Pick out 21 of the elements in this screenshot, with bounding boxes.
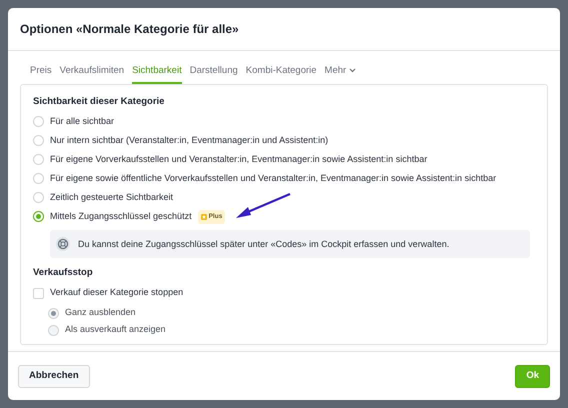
option-label: Zeitlich gesteuerte Sichtbarkeit xyxy=(50,191,174,204)
tab[interactable]: Sichtbarkeit xyxy=(132,64,182,84)
option-label: Mittels Zugangsschlüssel geschützt xyxy=(50,210,192,223)
option-label: Als ausverkauft anzeigen xyxy=(65,323,166,336)
tab[interactable]: Darstellung xyxy=(190,64,238,84)
ok-button[interactable]: Ok xyxy=(515,364,550,388)
option-label: Nur intern sichtbar (Veranstalter:in, Eventmanager:in und Assistent:in) xyxy=(50,134,328,147)
section-heading: Sichtbarkeit dieser Kategorie xyxy=(33,95,166,109)
tab[interactable]: Preis xyxy=(30,64,52,84)
section-heading: Verkaufsstop xyxy=(33,266,94,280)
tab[interactable]: Kombi-Kategorie xyxy=(246,64,317,84)
cancel-button[interactable]: Abbrechen xyxy=(18,364,90,388)
info-text: Du kannst deine Zugangsschlüssel später unter «Codes» im Cockpit erfassen und verwalten. xyxy=(78,238,450,251)
dialog-title: Optionen «Normale Kategorie für alle» xyxy=(20,21,239,38)
option-label: Für alle sichtbar xyxy=(50,115,114,128)
option-label: Ganz ausblenden xyxy=(65,306,136,320)
tab[interactable]: Verkaufslimiten xyxy=(60,64,124,84)
checkbox-label: Verkauf dieser Kategorie stoppen xyxy=(50,286,184,300)
option-label: Für eigene Vorverkaufsstellen und Veranstalter:in, Eventmanager:in sowie Assistent:in sichtbar xyxy=(50,153,428,166)
tab[interactable]: Mehr xyxy=(324,64,356,84)
option-label: Für eigene sowie öffentliche Vorverkaufsstellen und Veranstalter:in, Eventmanager:in sowie Assistent:in sichtbar xyxy=(50,172,496,185)
